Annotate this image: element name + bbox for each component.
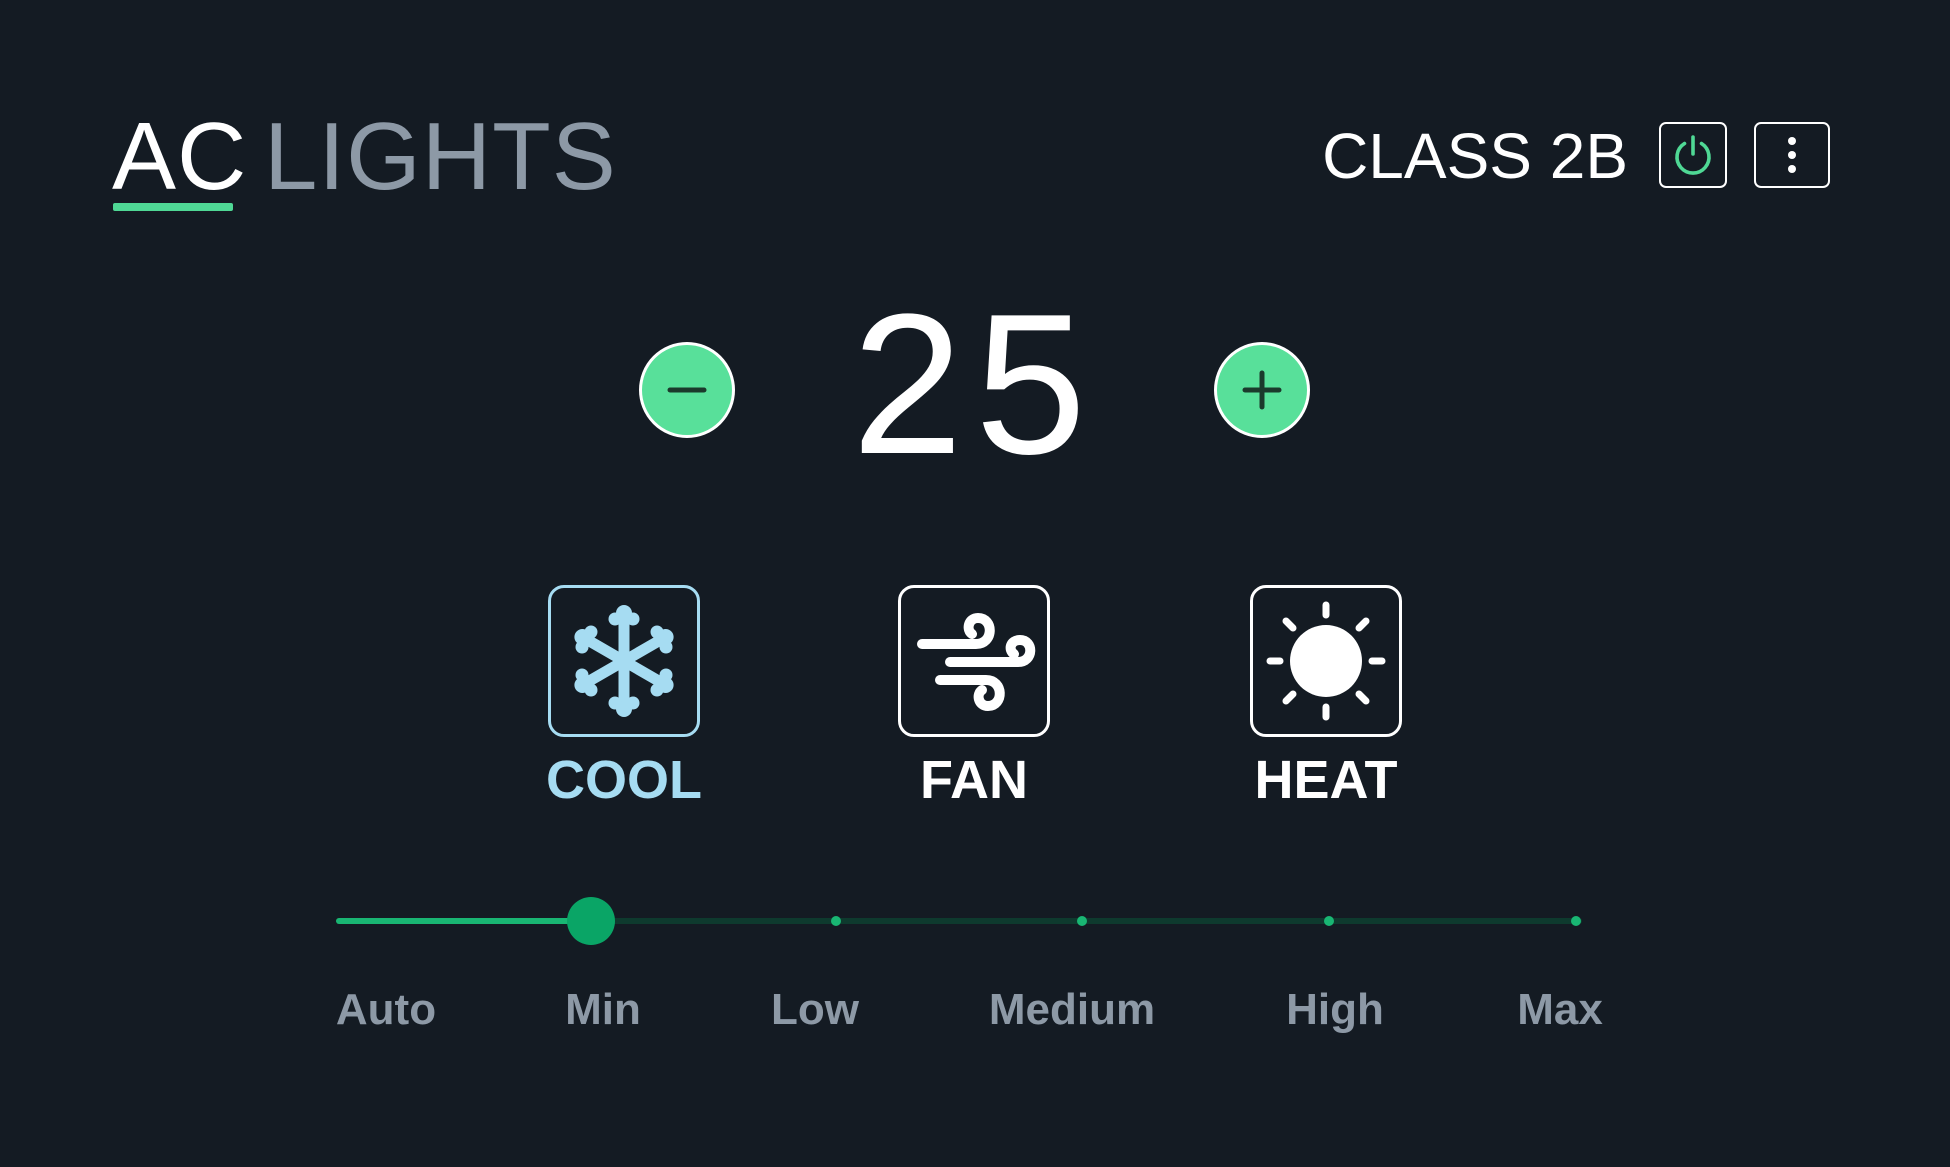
power-button[interactable]: [1659, 122, 1727, 188]
speed-label-auto[interactable]: Auto: [336, 985, 436, 1035]
mode-heat-label: HEAT: [1254, 750, 1398, 810]
fan-speed-slider[interactable]: [336, 890, 1582, 950]
sun-icon: [1266, 601, 1386, 721]
speed-label-max[interactable]: Max: [1517, 985, 1603, 1035]
mode-fan[interactable]: FAN: [884, 585, 1064, 811]
snowflake-icon: [574, 605, 674, 717]
plus-icon: [1242, 370, 1282, 410]
active-tab-indicator: [113, 203, 233, 211]
slider-tick: [831, 916, 841, 926]
mode-heat-button[interactable]: [1250, 585, 1402, 737]
slider-tick: [1571, 916, 1581, 926]
power-icon: [1675, 135, 1711, 175]
slider-thumb[interactable]: [567, 897, 615, 945]
room-name: CLASS 2B: [1322, 120, 1628, 192]
speed-label-high[interactable]: High: [1286, 985, 1384, 1035]
tab-ac[interactable]: AC: [112, 102, 247, 212]
speed-label-medium[interactable]: Medium: [989, 985, 1155, 1035]
slider-tick: [1324, 916, 1334, 926]
tab-lights[interactable]: LIGHTS: [264, 102, 617, 212]
speed-label-min[interactable]: Min: [565, 985, 641, 1035]
mode-heat[interactable]: HEAT: [1236, 585, 1416, 811]
mode-cool-button[interactable]: [548, 585, 700, 737]
slider-track-fill: [336, 918, 591, 924]
mode-fan-label: FAN: [920, 750, 1028, 810]
decrease-temperature-button[interactable]: [639, 342, 735, 438]
minus-icon: [667, 387, 707, 393]
mode-cool[interactable]: COOL: [534, 585, 714, 811]
slider-tick: [1077, 916, 1087, 926]
increase-temperature-button[interactable]: [1214, 342, 1310, 438]
ac-control-panel: AC LIGHTS CLASS 2B 25 COOL FAN HEAT Auto…: [0, 0, 1950, 1167]
temperature-value: 25: [851, 273, 1099, 496]
speed-label-low[interactable]: Low: [771, 985, 859, 1035]
wind-icon: [917, 612, 1036, 712]
mode-fan-button[interactable]: [898, 585, 1050, 737]
mode-cool-label: COOL: [546, 750, 702, 810]
more-vertical-icon: [1788, 137, 1796, 173]
more-options-button[interactable]: [1754, 122, 1830, 188]
